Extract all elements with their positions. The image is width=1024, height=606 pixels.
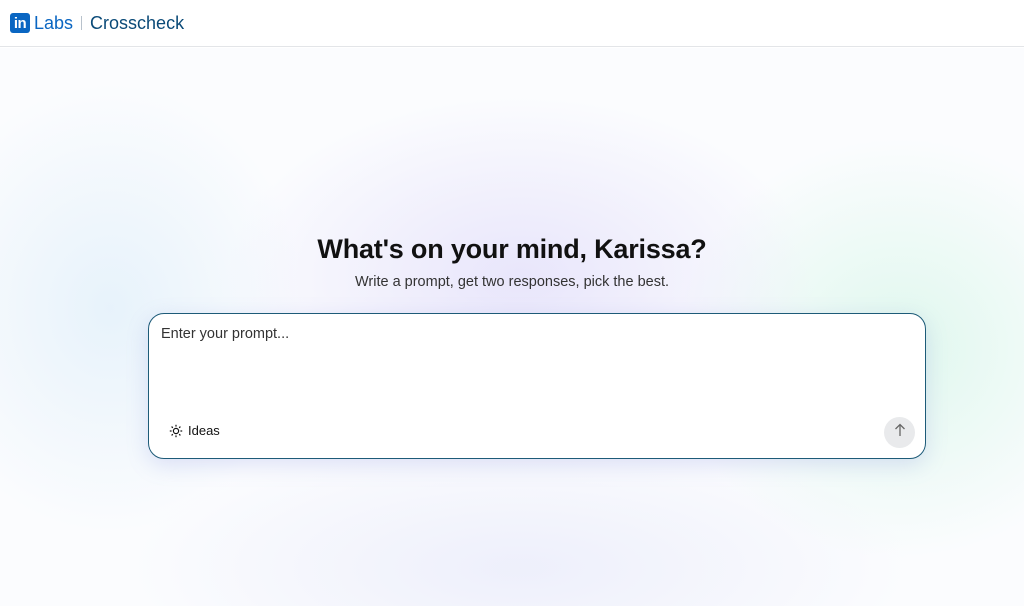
logo-divider	[81, 16, 83, 30]
page-subtitle: Write a prompt, get two responses, pick …	[354, 274, 670, 290]
linkedin-logo[interactable]: in	[10, 13, 30, 33]
page-title: What's on your mind, Karissa?	[317, 234, 707, 264]
lightbulb-icon	[169, 424, 183, 438]
labs-label[interactable]: Labs	[34, 13, 73, 34]
prompt-composer: Ideas	[148, 313, 926, 459]
product-name[interactable]: Crosscheck	[90, 13, 184, 34]
arrow-up-icon	[894, 423, 906, 442]
prompt-input[interactable]	[161, 326, 901, 386]
send-button[interactable]	[884, 417, 915, 448]
ideas-label: Ideas	[188, 423, 220, 438]
top-bar: in Labs Crosscheck	[0, 0, 1024, 47]
hero-section: What's on your mind, Karissa? Write a pr…	[0, 234, 1024, 290]
ideas-button[interactable]: Ideas	[169, 423, 220, 438]
